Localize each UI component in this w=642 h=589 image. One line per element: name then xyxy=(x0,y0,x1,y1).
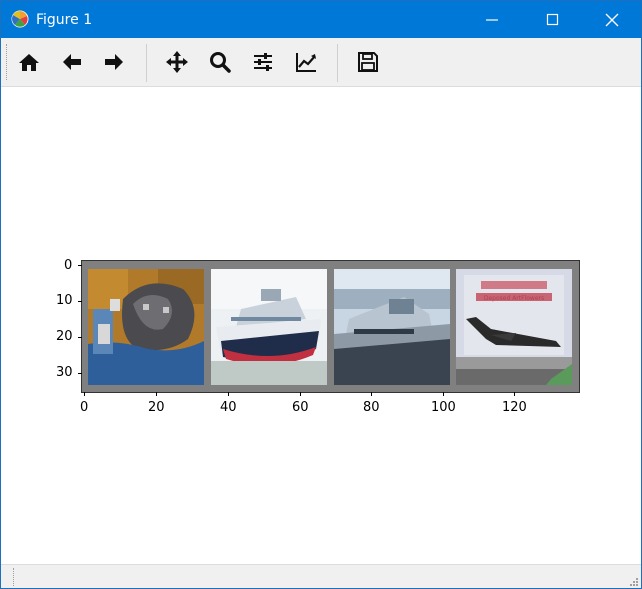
home-icon xyxy=(19,54,39,71)
edit-axes-button[interactable] xyxy=(290,46,322,78)
window-title: Figure 1 xyxy=(36,12,93,28)
close-icon xyxy=(605,13,619,27)
x-tick xyxy=(156,392,157,396)
figure-window: Figure 1 Deposed ArtFlowers 0 10 20 30 0… xyxy=(0,0,642,589)
minimize-icon xyxy=(486,19,498,21)
status-grip xyxy=(13,568,15,586)
zoom-button[interactable] xyxy=(204,46,236,78)
x-tick-label: 80 xyxy=(363,400,380,415)
x-tick xyxy=(443,392,444,396)
navigation-toolbar xyxy=(1,38,641,87)
sliders-icon xyxy=(254,53,272,71)
forward-button[interactable] xyxy=(98,46,130,78)
toolbar-separator xyxy=(146,44,147,82)
chart-line-icon xyxy=(296,53,316,72)
x-tick xyxy=(300,392,301,396)
y-tick-label: 20 xyxy=(56,329,73,344)
save-icon xyxy=(358,52,378,72)
x-tick-label: 60 xyxy=(292,400,309,415)
y-tick xyxy=(78,337,82,338)
x-tick-label: 120 xyxy=(502,400,527,415)
status-bar xyxy=(1,564,641,588)
x-tick-label: 40 xyxy=(220,400,237,415)
x-tick xyxy=(228,392,229,396)
x-tick xyxy=(514,392,515,396)
image-axes xyxy=(82,261,579,392)
arrow-right-icon xyxy=(105,54,123,70)
minimize-button[interactable] xyxy=(469,1,515,38)
close-button[interactable] xyxy=(589,1,635,38)
back-button[interactable] xyxy=(56,46,88,78)
pan-button[interactable] xyxy=(161,46,193,78)
home-button[interactable] xyxy=(13,46,45,78)
x-tick xyxy=(371,392,372,396)
configure-subplots-button[interactable] xyxy=(247,46,279,78)
toolbar-separator xyxy=(337,44,338,82)
x-tick xyxy=(84,392,85,396)
x-tick-label: 20 xyxy=(148,400,165,415)
arrow-left-icon xyxy=(63,54,81,70)
x-tick-label: 100 xyxy=(431,400,456,415)
y-tick-label: 30 xyxy=(56,365,73,380)
move-icon xyxy=(166,51,188,73)
zoom-icon xyxy=(210,52,231,73)
matplotlib-icon xyxy=(11,10,29,28)
save-button[interactable] xyxy=(352,46,384,78)
y-tick-label: 10 xyxy=(56,293,73,308)
maximize-button[interactable] xyxy=(530,1,576,38)
x-tick-label: 0 xyxy=(80,400,89,415)
resize-grip-icon[interactable] xyxy=(629,577,639,587)
maximize-icon xyxy=(546,13,559,26)
toolbar-grip xyxy=(6,44,9,80)
y-tick xyxy=(78,265,82,266)
title-bar[interactable]: Figure 1 xyxy=(1,1,641,38)
y-tick xyxy=(78,373,82,374)
y-tick-label: 0 xyxy=(64,258,73,273)
y-tick xyxy=(78,301,82,302)
